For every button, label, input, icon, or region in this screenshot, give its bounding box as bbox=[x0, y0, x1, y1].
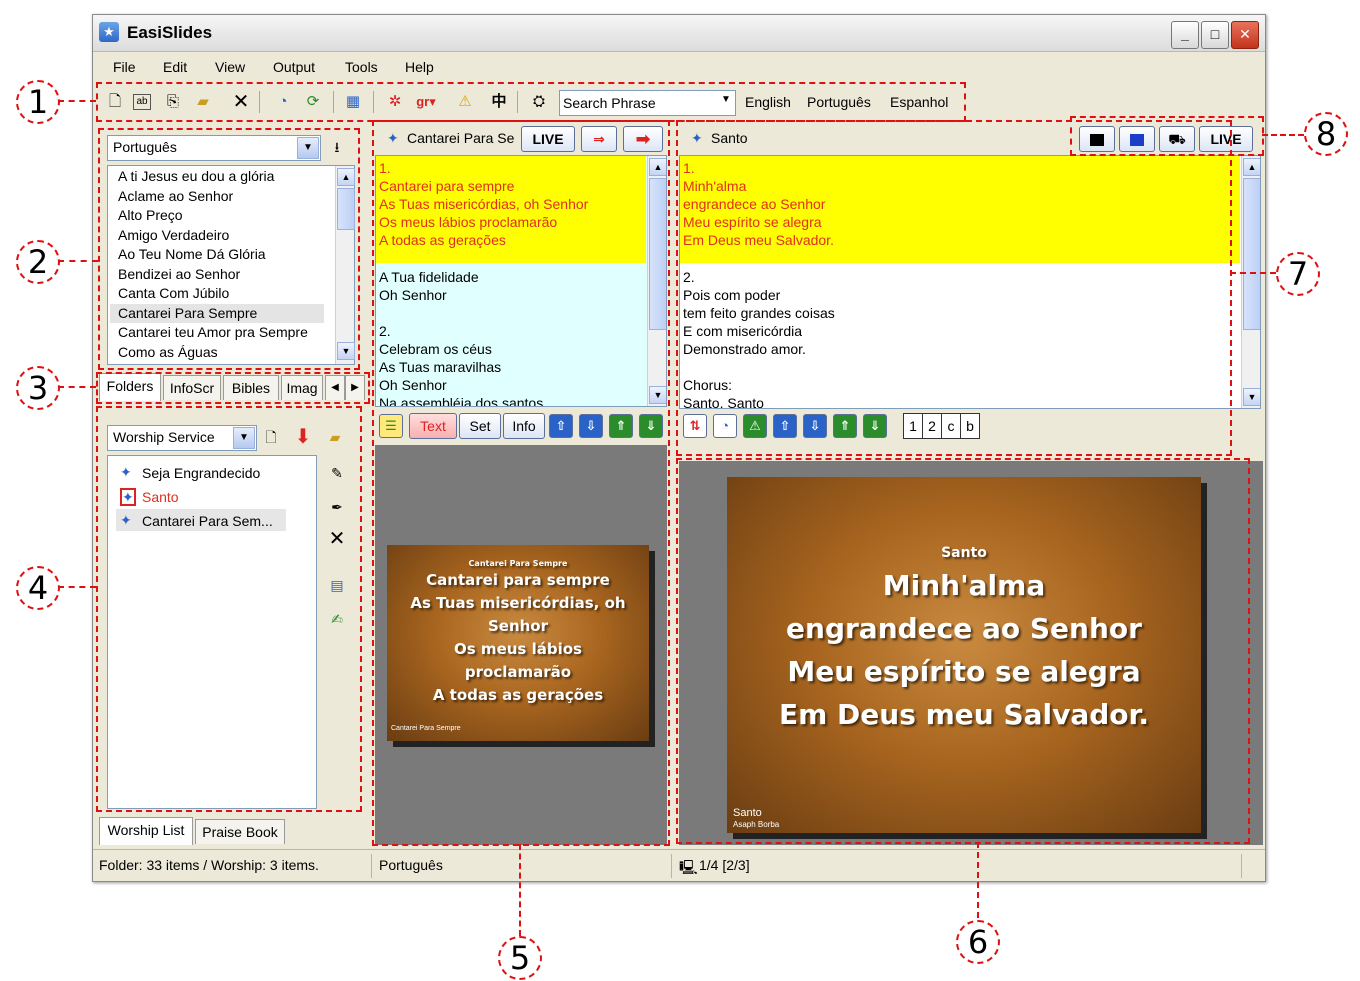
menu-help[interactable]: Help bbox=[405, 59, 434, 75]
scroll-thumb[interactable] bbox=[1243, 178, 1260, 330]
tab-praise-book[interactable]: Praise Book bbox=[195, 819, 285, 844]
bottom-tab-strip: Worship List Praise Book bbox=[99, 817, 299, 847]
callout-7: 7 bbox=[1276, 252, 1320, 296]
easislides-logo-icon: ★ bbox=[99, 22, 119, 42]
status-language: Português bbox=[379, 857, 443, 873]
menu-file[interactable]: File bbox=[113, 59, 136, 75]
window-title: EasiSlides bbox=[127, 23, 213, 42]
annotation-box-output-lyrics bbox=[676, 120, 1232, 456]
callout-leader bbox=[58, 260, 98, 262]
menu-tools[interactable]: Tools bbox=[345, 59, 378, 75]
status-divider bbox=[1241, 854, 1242, 878]
callout-leader bbox=[58, 586, 96, 588]
menu-view[interactable]: View bbox=[215, 59, 245, 75]
callout-2: 2 bbox=[16, 240, 60, 284]
monitor-icon: 🖳 bbox=[679, 859, 698, 875]
menu-bar: File Edit View Output Tools Help bbox=[93, 53, 1265, 83]
minimize-icon[interactable]: _ bbox=[1171, 21, 1199, 49]
annotation-box-toolbar bbox=[96, 82, 966, 122]
callout-5: 5 bbox=[498, 936, 542, 980]
callout-leader bbox=[519, 844, 521, 936]
status-divider bbox=[671, 854, 672, 878]
status-bar: Folder: 33 items / Worship: 3 items. Por… bbox=[93, 849, 1265, 881]
annotation-box-preview bbox=[372, 120, 670, 846]
callout-4: 4 bbox=[16, 566, 60, 610]
status-folder-count: Folder: 33 items / Worship: 3 items. bbox=[99, 857, 319, 873]
callout-leader bbox=[1230, 272, 1276, 274]
status-divider bbox=[371, 854, 372, 878]
scroll-down-icon[interactable]: ▼ bbox=[1243, 388, 1260, 406]
callout-8: 8 bbox=[1304, 112, 1348, 156]
tab-worship-list[interactable]: Worship List bbox=[99, 817, 193, 845]
annotation-box-output-slide bbox=[676, 458, 1250, 844]
callout-leader bbox=[58, 386, 96, 388]
menu-edit[interactable]: Edit bbox=[163, 59, 187, 75]
scroll-up-icon[interactable]: ▲ bbox=[1243, 158, 1260, 176]
status-slide-position: 1/4 [2/3] bbox=[699, 857, 750, 873]
callout-leader bbox=[58, 100, 96, 102]
callout-leader bbox=[977, 842, 979, 918]
annotation-box-output-controls bbox=[1070, 116, 1264, 156]
callout-6: 6 bbox=[956, 920, 1000, 964]
annotation-box-tabs bbox=[96, 372, 370, 404]
title-bar: ★ EasiSlides _ □ ✕ bbox=[93, 15, 1265, 52]
close-icon[interactable]: ✕ bbox=[1231, 21, 1259, 49]
callout-1: 1 bbox=[16, 80, 60, 124]
callout-leader bbox=[1262, 134, 1304, 136]
callout-3: 3 bbox=[16, 366, 60, 410]
output-scrollbar[interactable]: ▲ ▼ bbox=[1241, 156, 1260, 408]
menu-output[interactable]: Output bbox=[273, 59, 315, 75]
annotation-box-worship bbox=[96, 406, 362, 812]
annotation-box-song-list bbox=[98, 128, 360, 370]
maximize-icon[interactable]: □ bbox=[1201, 21, 1229, 49]
